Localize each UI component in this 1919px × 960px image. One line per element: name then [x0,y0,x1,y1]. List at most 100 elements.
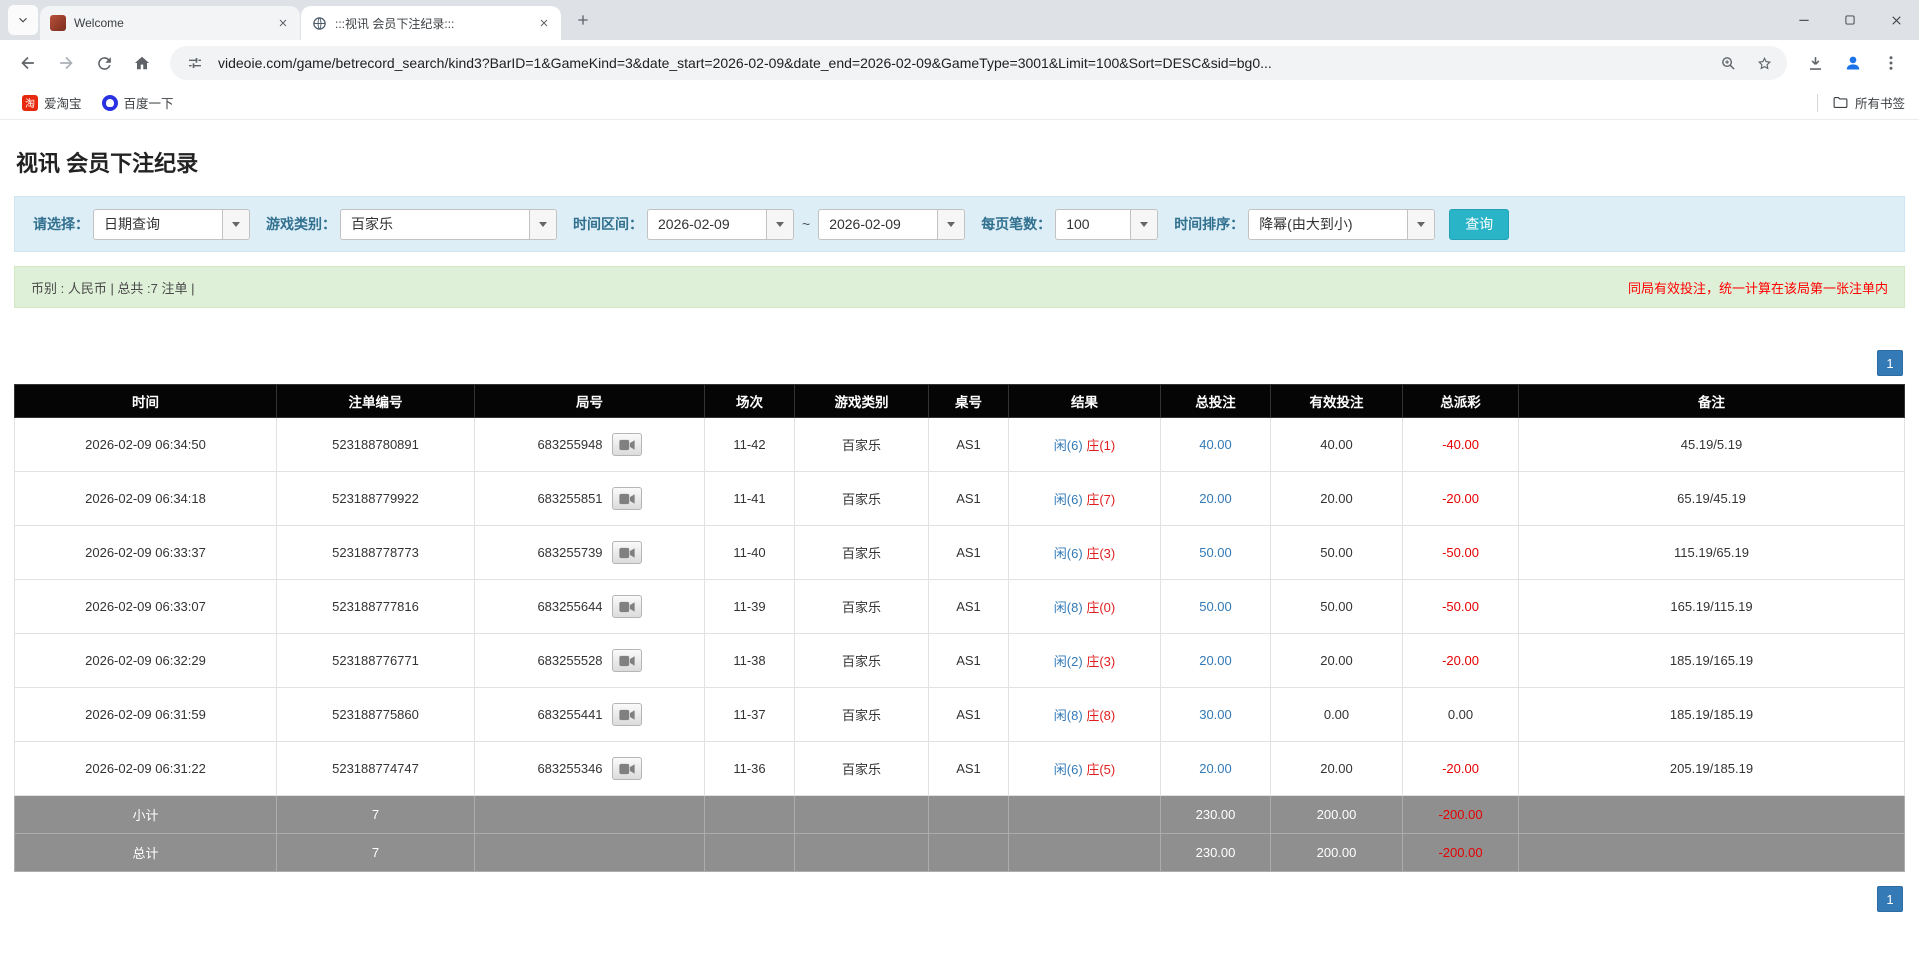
video-camera-icon [618,763,635,774]
bookmark-star-button[interactable] [1751,50,1777,76]
round-wrap: 683255346 [537,757,642,780]
footer-payout-cell: -200.00 [1402,795,1519,834]
address-bar[interactable]: videoie.com/game/betrecord_search/kind3?… [170,46,1787,80]
game-type-select[interactable]: 百家乐 [340,208,557,240]
footer-table-cell [928,833,1009,872]
grand-total-row: 总计 7 230.00 200.00 -200.00 [14,833,1905,872]
payout-cell: -20.00 [1402,741,1519,796]
game-type-cell: 百家乐 [794,579,929,634]
result-cell: 闲(8) 庄(8) [1008,687,1161,742]
video-replay-button[interactable] [611,541,642,564]
page-1-button[interactable]: 1 [1877,886,1903,912]
column-header: 场次 [704,384,795,418]
back-button[interactable] [10,45,46,81]
download-icon [1809,56,1821,70]
total-bet-link[interactable]: 40.00 [1199,437,1232,452]
all-bookmarks-button[interactable]: 所有书签 [1832,93,1905,112]
dropdown-button[interactable] [937,209,965,239]
time-range-label: 时间区间： [573,216,643,232]
total-bet-link[interactable]: 50.00 [1199,599,1232,614]
url-text[interactable]: videoie.com/game/betrecord_search/kind3?… [218,55,1705,71]
bookmark-aitaobao[interactable]: 淘 爱淘宝 [14,89,90,116]
tab-close-icon[interactable] [535,14,553,32]
tab-close-icon[interactable] [274,14,292,32]
bookmark-baidu[interactable]: 百度一下 [94,89,182,116]
range-separator: ~ [802,216,811,232]
video-replay-button[interactable] [611,757,642,780]
video-camera-icon [618,601,635,612]
window-controls [1781,0,1919,40]
zoom-button[interactable] [1715,50,1741,76]
tab-search-button[interactable] [8,5,38,35]
game-type-cell: 百家乐 [794,525,929,580]
video-replay-button[interactable] [611,595,642,618]
bookmarks-divider [1816,93,1818,112]
bet-record-row: 2026-02-09 06:33:07 523188777816 683255644… [14,579,1905,634]
result-player: 闲(6) [1053,762,1083,777]
note-cell: 65.19/45.19 [1518,471,1905,526]
payout-cell: -50.00 [1402,579,1519,634]
footer-count-cell: 7 [276,795,475,834]
total-bet-link[interactable]: 20.00 [1199,653,1232,668]
bet-records-table: 时间 注单编号 局号 场次 游戏类别 桌号 结果 总投注 有效投注 总派彩 备注 2026-02-0… [14,384,1905,872]
total-bet-link[interactable]: 50.00 [1199,545,1232,560]
dropdown-button[interactable] [222,209,249,239]
profile-button[interactable] [1835,45,1871,81]
footer-total-bet-cell: 230.00 [1160,833,1271,872]
result-banker: 庄(5) [1086,762,1116,777]
video-replay-button[interactable] [611,703,642,726]
dropdown-button[interactable] [766,209,793,239]
total-bet-cell: 40.00 [1160,417,1271,472]
round-number: 683255739 [537,545,603,560]
total-bet-link[interactable]: 20.00 [1199,761,1232,776]
home-button[interactable] [124,45,160,81]
caret-down-icon [539,221,547,227]
per-page-select[interactable]: 100 [1055,208,1159,240]
forward-button[interactable] [48,45,84,81]
close-window-button[interactable] [1873,0,1919,40]
refresh-button[interactable] [86,45,122,81]
date-end-select[interactable]: 2026-02-09 [818,208,966,240]
site-info-button[interactable] [182,50,208,76]
page-content: 视讯 会员下注纪录 请选择： 日期查询 游戏类别： 百家乐 时间区间： 2026… [0,120,1919,912]
video-replay-button[interactable] [611,433,642,456]
payout-cell: 0.00 [1402,687,1519,742]
round-cell: 683255528 [474,633,705,688]
welcome-favicon-icon [50,15,66,31]
video-replay-button[interactable] [611,649,642,672]
search-button[interactable]: 查询 [1449,208,1510,240]
round-cell: 683255948 [474,417,705,472]
new-tab-button[interactable] [569,6,597,34]
bet-record-row: 2026-02-09 06:31:59 523188775860 683255441… [14,687,1905,742]
browser-menu-button[interactable] [1873,45,1909,81]
total-bet-cell: 30.00 [1160,687,1271,742]
session-cell: 11-38 [704,633,795,688]
tab-welcome[interactable]: Welcome [40,6,300,40]
page-1-button[interactable]: 1 [1877,350,1903,376]
valid-bet-cell: 20.00 [1270,741,1403,796]
total-bet-link[interactable]: 20.00 [1199,491,1232,506]
table-number-cell: AS1 [928,741,1009,796]
footer-game-cell [794,833,929,872]
round-cell: 683255441 [474,687,705,742]
total-bet-link[interactable]: 30.00 [1199,707,1232,722]
round-wrap: 683255739 [537,541,642,564]
video-replay-button[interactable] [611,487,642,510]
session-cell: 11-42 [704,417,795,472]
footer-table-cell [928,795,1009,834]
close-icon [1891,15,1901,25]
dropdown-button[interactable] [1130,209,1158,239]
dropdown-button[interactable] [1407,209,1435,239]
query-type-select[interactable]: 日期查询 [93,208,250,240]
tab-betrecord[interactable]: :::视讯 会员下注纪录::: [301,6,561,40]
all-bookmarks-label: 所有书签 [1854,97,1905,111]
downloads-button[interactable] [1797,45,1833,81]
table-number-cell: AS1 [928,633,1009,688]
sort-select[interactable]: 降幂(由大到小) [1248,208,1436,240]
bookmark-label: 百度一下 [123,97,174,111]
minimize-button[interactable] [1781,0,1827,40]
dropdown-button[interactable] [529,209,556,239]
browser-chrome: Welcome :::视讯 会员下注纪录::: videoie.com/game… [0,0,1919,120]
date-start-select[interactable]: 2026-02-09 [647,208,794,240]
maximize-button[interactable] [1827,0,1873,40]
